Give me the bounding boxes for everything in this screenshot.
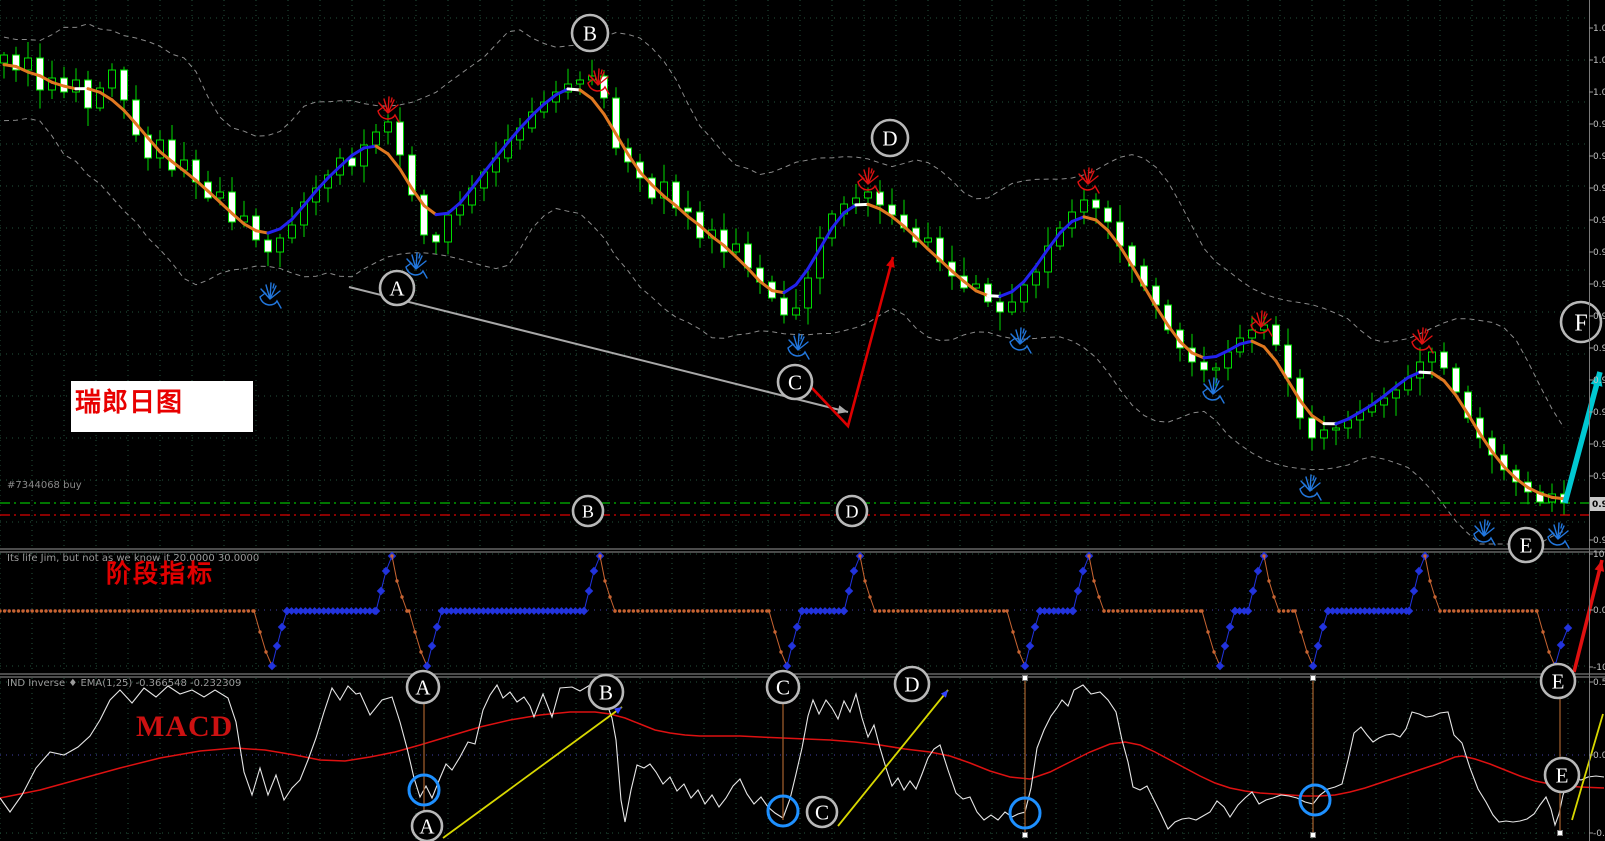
svg-text:E: E: [1520, 534, 1533, 558]
svg-text:D: D: [882, 127, 897, 151]
svg-text:0.9: 0.9: [1593, 312, 1605, 322]
svg-text:0.9: 0.9: [1593, 376, 1605, 386]
svg-text:C: C: [815, 801, 829, 825]
divergence-trendlines[interactable]: [442, 689, 1604, 839]
sell-signal-hand-icon: [857, 167, 880, 194]
svg-text:C: C: [776, 676, 790, 700]
stage-indicator-series: [0, 551, 1573, 671]
svg-text:0.9: 0.9: [1593, 280, 1605, 290]
svg-text:F: F: [1574, 311, 1587, 337]
svg-text:1.0: 1.0: [1593, 88, 1605, 98]
sell-signal-hand-icon: [1077, 167, 1100, 194]
svg-text:-100: -100: [1593, 663, 1605, 673]
buy-signal-hand-icon: [405, 252, 428, 279]
svg-text:0.0: 0.0: [1593, 751, 1605, 761]
svg-text:E: E: [1552, 670, 1565, 694]
macd-series: [0, 683, 1605, 830]
svg-text:B: B: [583, 22, 597, 46]
main-chart-title: 瑞郎日图: [75, 388, 184, 418]
signal-icons: [259, 68, 1570, 549]
svg-text:0.9: 0.9: [1593, 120, 1605, 130]
svg-text:A: A: [389, 277, 405, 301]
svg-text:1.0: 1.0: [1593, 56, 1605, 66]
macd-indicator-params: IND Inverse ♦ EMA(1,25) -0.366548 -0.232…: [7, 678, 242, 689]
macd-pane-title: MACD: [136, 710, 234, 743]
svg-text:0.5: 0.5: [1593, 678, 1605, 688]
svg-text:100: 100: [1593, 550, 1605, 560]
svg-text:B: B: [599, 681, 613, 705]
svg-text:0.9: 0.9: [1593, 248, 1605, 258]
svg-text:0.9: 0.9: [1593, 440, 1605, 450]
buy-signal-hand-icon: [1202, 377, 1225, 404]
svg-text:C: C: [788, 371, 802, 395]
candlesticks: [0, 42, 1568, 515]
svg-text:D: D: [846, 501, 859, 521]
svg-text:0.9: 0.9: [1593, 152, 1605, 162]
divergence-low-circles[interactable]: [407, 773, 1332, 830]
sell-signal-hand-icon: [377, 96, 400, 123]
wave-letter-markers[interactable]: A B C D B D E F A A B C C D E E: [378, 13, 1603, 841]
svg-text:0.9: 0.9: [1593, 184, 1605, 194]
svg-text:0.9: 0.9: [1593, 536, 1605, 546]
stage-pane-title: 阶段指标: [106, 559, 215, 588]
buy-signal-hand-icon: [259, 282, 282, 309]
buy-signal-hand-icon: [1473, 519, 1496, 546]
svg-text:0.9: 0.9: [1593, 472, 1605, 482]
buy-signal-hand-icon: [1009, 327, 1032, 354]
svg-text:D: D: [904, 673, 919, 697]
sell-signal-hand-icon: [1411, 327, 1434, 354]
svg-text:0.0: 0.0: [1593, 606, 1605, 616]
svg-text:0.9: 0.9: [1593, 408, 1605, 418]
svg-text:B: B: [582, 501, 594, 521]
svg-text:1.0: 1.0: [1593, 24, 1605, 34]
svg-text:A: A: [415, 676, 431, 700]
svg-text:0.9: 0.9: [1593, 216, 1605, 226]
main-chart-label-box: 瑞郎日图: [71, 381, 253, 432]
mt4-chart-window: A B C D B D E F A A B C C D E E 1.0 1.0 1.0 0.9 0.9 0.9 0.9 0.9…: [0, 0, 1605, 841]
svg-text:E: E: [1556, 764, 1569, 788]
buy-signal-hand-icon: [1299, 474, 1322, 501]
svg-text:-0.5: -0.5: [1593, 829, 1605, 839]
buy-signal-hand-icon: [1547, 522, 1570, 549]
svg-text:0.9: 0.9: [1592, 500, 1605, 510]
svg-text:A: A: [419, 815, 435, 839]
open-order-text: #7344068 buy: [7, 480, 82, 491]
svg-text:0.9: 0.9: [1593, 344, 1605, 354]
order-lines[interactable]: [0, 502, 1590, 516]
buy-signal-hand-icon: [787, 333, 810, 360]
